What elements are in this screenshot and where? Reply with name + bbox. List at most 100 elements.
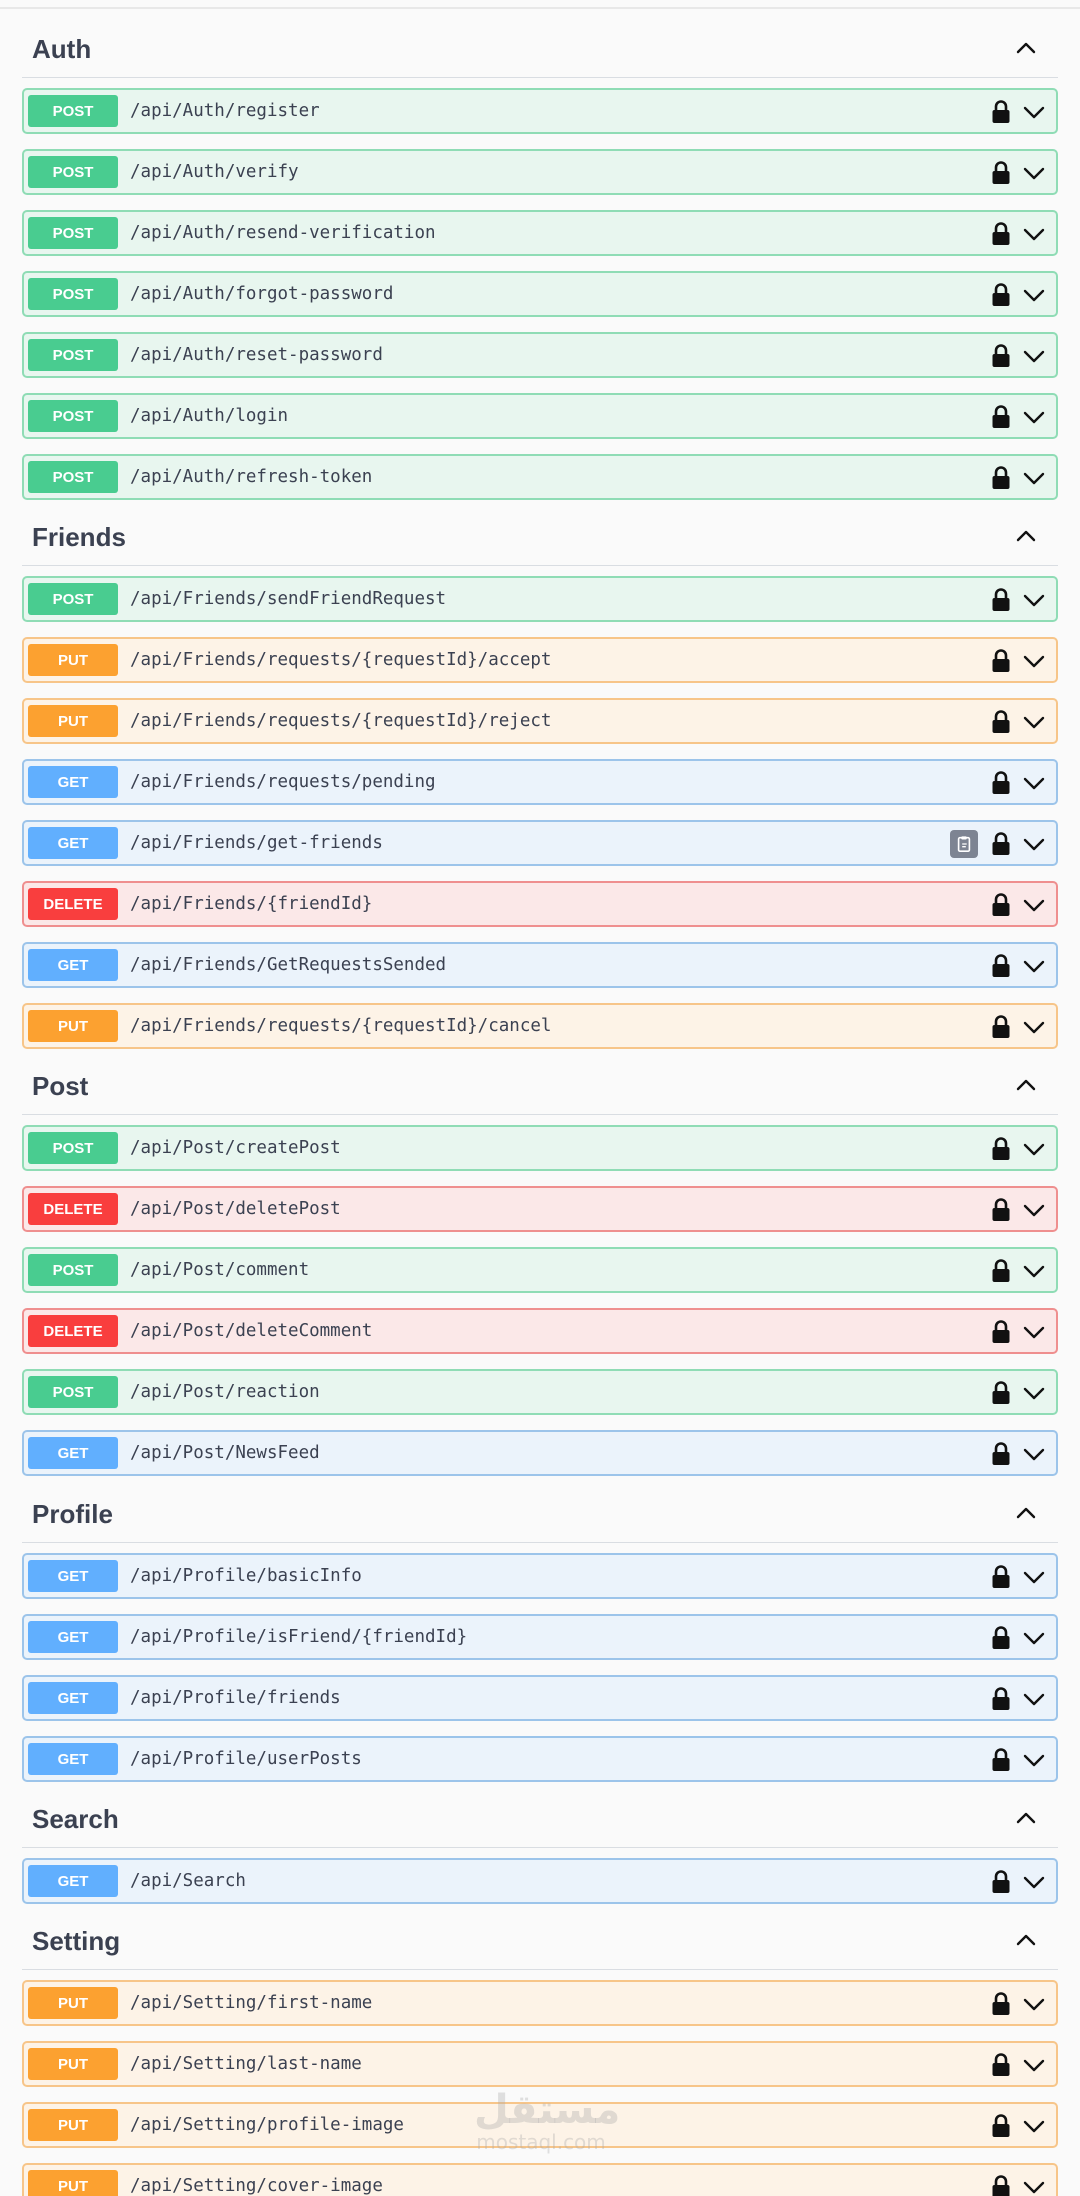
section-title[interactable]: Setting (32, 1926, 120, 1957)
chevron-down-icon[interactable] (1022, 224, 1046, 244)
lock-icon[interactable] (990, 1014, 1012, 1040)
operation-row[interactable]: POST/api/Auth/register (22, 88, 1058, 134)
section-header[interactable]: Auth (22, 16, 1058, 78)
operation-row[interactable]: POST/api/Auth/verify (22, 149, 1058, 195)
lock-icon[interactable] (990, 2174, 1012, 2196)
chevron-down-icon[interactable] (1022, 1017, 1046, 1037)
lock-icon[interactable] (990, 221, 1012, 247)
section-header[interactable]: Setting (22, 1908, 1058, 1970)
chevron-down-icon[interactable] (1022, 1994, 1046, 2014)
operation-row[interactable]: GET/api/Profile/userPosts (22, 1736, 1058, 1782)
lock-icon[interactable] (990, 1747, 1012, 1773)
chevron-down-icon[interactable] (1022, 1750, 1046, 1770)
chevron-up-icon[interactable] (1010, 1499, 1042, 1527)
chevron-down-icon[interactable] (1022, 1444, 1046, 1464)
lock-icon[interactable] (990, 1197, 1012, 1223)
chevron-down-icon[interactable] (1022, 1628, 1046, 1648)
lock-icon[interactable] (990, 1258, 1012, 1284)
clipboard-icon[interactable] (950, 830, 978, 858)
chevron-down-icon[interactable] (1022, 651, 1046, 671)
lock-icon[interactable] (990, 2113, 1012, 2139)
chevron-up-icon[interactable] (1010, 1071, 1042, 1099)
chevron-down-icon[interactable] (1022, 773, 1046, 793)
lock-icon[interactable] (990, 99, 1012, 125)
chevron-down-icon[interactable] (1022, 956, 1046, 976)
chevron-down-icon[interactable] (1022, 1261, 1046, 1281)
chevron-down-icon[interactable] (1022, 1567, 1046, 1587)
lock-icon[interactable] (990, 1564, 1012, 1590)
operation-row[interactable]: PUT/api/Friends/requests/{requestId}/rej… (22, 698, 1058, 744)
operation-row[interactable]: POST/api/Friends/sendFriendRequest (22, 576, 1058, 622)
chevron-down-icon[interactable] (1022, 1689, 1046, 1709)
chevron-down-icon[interactable] (1022, 407, 1046, 427)
chevron-down-icon[interactable] (1022, 590, 1046, 610)
operation-row[interactable]: POST/api/Post/comment (22, 1247, 1058, 1293)
lock-icon[interactable] (990, 1136, 1012, 1162)
chevron-down-icon[interactable] (1022, 834, 1046, 854)
operation-row[interactable]: DELETE/api/Post/deleteComment (22, 1308, 1058, 1354)
chevron-down-icon[interactable] (1022, 2055, 1046, 2075)
operation-row[interactable]: GET/api/Search (22, 1858, 1058, 1904)
operation-row[interactable]: POST/api/Auth/resend-verification (22, 210, 1058, 256)
section-header[interactable]: Friends (22, 504, 1058, 566)
lock-icon[interactable] (990, 770, 1012, 796)
chevron-down-icon[interactable] (1022, 712, 1046, 732)
chevron-down-icon[interactable] (1022, 285, 1046, 305)
lock-icon[interactable] (990, 587, 1012, 613)
chevron-down-icon[interactable] (1022, 468, 1046, 488)
lock-icon[interactable] (990, 160, 1012, 186)
operation-row[interactable]: PUT/api/Setting/profile-image (22, 2102, 1058, 2148)
chevron-up-icon[interactable] (1010, 1926, 1042, 1954)
operation-row[interactable]: PUT/api/Setting/cover-image (22, 2163, 1058, 2196)
operation-row[interactable]: GET/api/Post/NewsFeed (22, 1430, 1058, 1476)
section-title[interactable]: Profile (32, 1499, 113, 1530)
section-header[interactable]: Post (22, 1053, 1058, 1115)
operation-row[interactable]: PUT/api/Friends/requests/{requestId}/acc… (22, 637, 1058, 683)
operation-row[interactable]: DELETE/api/Post/deletePost (22, 1186, 1058, 1232)
chevron-down-icon[interactable] (1022, 2116, 1046, 2136)
section-title[interactable]: Search (32, 1804, 119, 1835)
lock-icon[interactable] (990, 648, 1012, 674)
chevron-up-icon[interactable] (1010, 1804, 1042, 1832)
section-title[interactable]: Post (32, 1071, 88, 1102)
lock-icon[interactable] (990, 1869, 1012, 1895)
chevron-up-icon[interactable] (1010, 522, 1042, 550)
operation-row[interactable]: POST/api/Post/reaction (22, 1369, 1058, 1415)
operation-row[interactable]: GET/api/Friends/GetRequestsSended (22, 942, 1058, 988)
chevron-up-icon[interactable] (1010, 34, 1042, 62)
chevron-down-icon[interactable] (1022, 346, 1046, 366)
operation-row[interactable]: GET/api/Profile/basicInfo (22, 1553, 1058, 1599)
lock-icon[interactable] (990, 831, 1012, 857)
chevron-down-icon[interactable] (1022, 1383, 1046, 1403)
lock-icon[interactable] (990, 892, 1012, 918)
section-header[interactable]: Search (22, 1786, 1058, 1848)
operation-row[interactable]: PUT/api/Setting/last-name (22, 2041, 1058, 2087)
lock-icon[interactable] (990, 1319, 1012, 1345)
chevron-down-icon[interactable] (1022, 1872, 1046, 1892)
operation-row[interactable]: PUT/api/Setting/first-name (22, 1980, 1058, 2026)
chevron-down-icon[interactable] (1022, 1200, 1046, 1220)
operation-row[interactable]: GET/api/Profile/isFriend/{friendId} (22, 1614, 1058, 1660)
lock-icon[interactable] (990, 1380, 1012, 1406)
lock-icon[interactable] (990, 465, 1012, 491)
lock-icon[interactable] (990, 282, 1012, 308)
operation-row[interactable]: GET/api/Profile/friends (22, 1675, 1058, 1721)
lock-icon[interactable] (990, 1441, 1012, 1467)
operation-row[interactable]: DELETE/api/Friends/{friendId} (22, 881, 1058, 927)
lock-icon[interactable] (990, 1625, 1012, 1651)
chevron-down-icon[interactable] (1022, 895, 1046, 915)
chevron-down-icon[interactable] (1022, 163, 1046, 183)
section-title[interactable]: Auth (32, 34, 91, 65)
operation-row[interactable]: PUT/api/Friends/requests/{requestId}/can… (22, 1003, 1058, 1049)
lock-icon[interactable] (990, 1991, 1012, 2017)
lock-icon[interactable] (990, 343, 1012, 369)
operation-row[interactable]: GET/api/Friends/requests/pending (22, 759, 1058, 805)
operation-row[interactable]: POST/api/Auth/refresh-token (22, 454, 1058, 500)
chevron-down-icon[interactable] (1022, 2177, 1046, 2196)
section-title[interactable]: Friends (32, 522, 126, 553)
operation-row[interactable]: GET/api/Friends/get-friends (22, 820, 1058, 866)
chevron-down-icon[interactable] (1022, 1322, 1046, 1342)
lock-icon[interactable] (990, 2052, 1012, 2078)
lock-icon[interactable] (990, 404, 1012, 430)
operation-row[interactable]: POST/api/Auth/forgot-password (22, 271, 1058, 317)
